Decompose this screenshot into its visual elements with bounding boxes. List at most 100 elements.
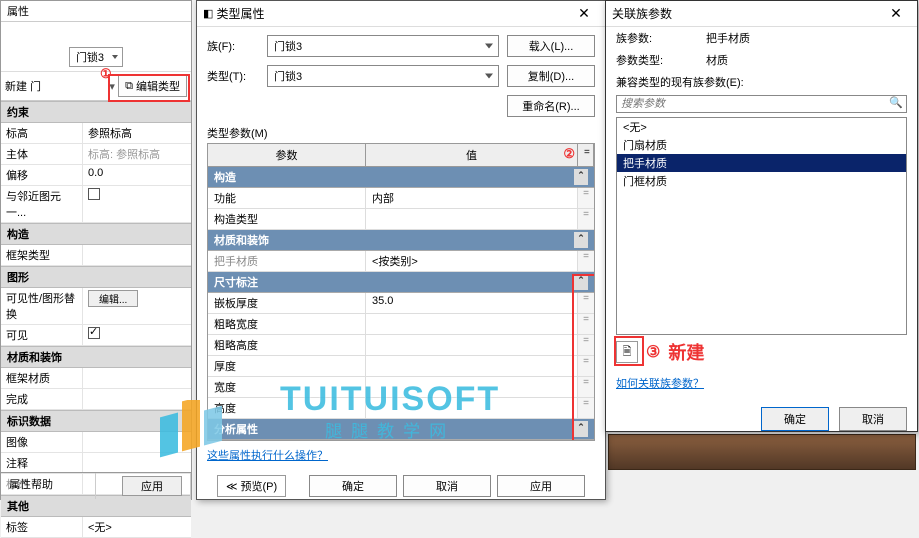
fp-label: 族参数: [616,30,706,46]
ctype-label: 构造类型 [208,209,366,229]
lock-icon[interactable]: = [578,209,594,229]
lock-icon[interactable]: = [578,356,594,376]
fp-value: 把手材质 [706,30,750,46]
dialog-titlebar[interactable]: ◧ 类型属性 ✕ [197,1,605,27]
type-params-grid: 参数 值 = 构造⌃ 功能内部= 构造类型= 材质和装饰⌃ 把手材质<按类别>=… [207,143,595,441]
assoc-titlebar[interactable]: 关联族参数 ✕ [606,1,917,27]
func-val[interactable]: 内部 [366,188,578,208]
copy-button[interactable]: 复制(D)... [507,65,595,87]
width-val[interactable] [366,377,578,397]
family-select[interactable]: 门锁3 [267,35,499,57]
height-label: 高度 [208,398,366,418]
help-link[interactable]: 这些属性执行什么操作？ [207,447,328,463]
ana-val[interactable]: <无> [366,440,578,441]
lock-icon[interactable]: = [578,314,594,334]
handle-val[interactable]: <按类别> [366,251,578,271]
row-frame-label: 框架类型 [1,245,83,265]
ok-button[interactable]: 确定 [309,475,397,497]
list-item-selected[interactable]: 把手材质 [617,154,906,172]
apply-button[interactable]: 应用 [497,475,585,497]
pt-label: 参数类型: [616,52,706,68]
cat-dimension[interactable]: 尺寸标注⌃ [208,272,594,293]
hdr-lock-icon: = [578,144,594,166]
search-icon[interactable]: 🔍 [886,96,906,112]
checkbox-icon[interactable] [88,188,100,200]
cat-material[interactable]: 材质和装饰⌃ [208,230,594,251]
type-selector-value[interactable]: 门锁3 [69,47,123,67]
section-material: 材质和装饰 [1,346,191,368]
panel-title: 属性 [1,1,191,22]
new-param-button[interactable]: 🗎 [616,341,638,363]
panelt-val[interactable]: 35.0 [366,293,578,313]
cat-construction[interactable]: 构造⌃ [208,167,594,188]
apply-button[interactable]: 应用 [122,476,182,496]
height-val[interactable] [366,398,578,418]
section-identity: 标识数据 [1,410,191,432]
row-note-val[interactable] [83,453,191,473]
new-label: 新建 门 [5,78,106,94]
collapse-icon[interactable]: ⌃ [574,274,588,290]
load-button[interactable]: 载入(L)... [507,35,595,57]
ctype-val[interactable] [366,209,578,229]
rw-val[interactable] [366,314,578,334]
lock-icon[interactable]: = [578,293,594,313]
type-selector[interactable]: 门锁3 [1,22,191,72]
search-input[interactable] [617,96,886,112]
lock-icon[interactable]: = [578,440,594,441]
collapse-icon[interactable]: ⌃ [574,169,588,185]
assoc-footer: 确定 取消 [606,397,917,441]
lock-icon[interactable]: = [578,335,594,355]
row-frame-val[interactable] [83,245,191,265]
row-tag-val[interactable]: <无> [83,517,191,537]
row-offset-val[interactable]: 0.0 [83,165,191,185]
row-finish-val[interactable] [83,389,191,409]
row-image-val[interactable] [83,432,191,452]
ok-button[interactable]: 确定 [761,407,829,431]
row-vis-val[interactable]: 编辑... [83,288,191,324]
annotation-num-3: ③ [646,342,660,362]
list-item[interactable]: <无> [617,118,906,136]
close-icon[interactable]: ✕ [569,5,599,22]
collapse-icon[interactable]: ⌃ [574,421,588,437]
new-icon: 🗎 [623,343,632,362]
edit-type-button[interactable]: ⧉ 编辑类型 [118,75,187,97]
row-fmat-val[interactable] [83,368,191,388]
compat-label: 兼容类型的现有族参数(E): [616,74,744,90]
assoc-help-link[interactable]: 如何关联族参数？ [616,375,704,391]
lock-icon[interactable]: = [578,398,594,418]
row-image-label: 图像 [1,432,83,452]
preview-button[interactable]: ≪预览(P) [217,475,286,497]
lock-icon[interactable]: = [578,377,594,397]
cancel-button[interactable]: 取消 [839,407,907,431]
annotation-num-1: ① [100,66,112,82]
help-link[interactable]: 属性帮助 [1,473,96,499]
lock-icon[interactable]: = [578,251,594,271]
cat-analysis[interactable]: 分析属性⌃ [208,419,594,440]
row-fmat-label: 框架材质 [1,368,83,388]
vis-edit-button[interactable]: 编辑... [88,290,138,307]
lock-icon[interactable]: = [578,188,594,208]
thick-val[interactable] [366,356,578,376]
row-elev-val[interactable]: 参照标高 [83,123,191,143]
row-visible-val[interactable] [83,325,191,345]
cancel-button[interactable]: 取消 [403,475,491,497]
rename-button[interactable]: 重命名(R)... [507,95,595,117]
param-list[interactable]: <无> 门扇材质 把手材质 门框材质 [616,117,907,335]
checkbox-on-icon[interactable] [88,327,100,339]
list-item[interactable]: 门扇材质 [617,136,906,154]
func-label: 功能 [208,188,366,208]
edit-type-label: 编辑类型 [136,78,180,94]
row-elev-label: 标高 [1,123,83,143]
properties-panel: 属性 门锁3 新建 门 ▾ ⧉ 编辑类型 约束 标高参照标高 主体标高: 参照标… [0,0,192,500]
close-icon[interactable]: ✕ [881,5,911,22]
pt-value: 材质 [706,52,728,68]
row-adj-val[interactable] [83,186,191,222]
row-tag-label: 标签 [1,517,83,537]
collapse-icon[interactable]: ⌃ [574,232,588,248]
rh-val[interactable] [366,335,578,355]
type-select[interactable]: 门锁3 [267,65,499,87]
preview-icon: ≪ [226,480,238,493]
search-box[interactable]: 🔍 [616,95,907,113]
annotation-num-2: ② [563,146,575,162]
list-item[interactable]: 门框材质 [617,172,906,190]
